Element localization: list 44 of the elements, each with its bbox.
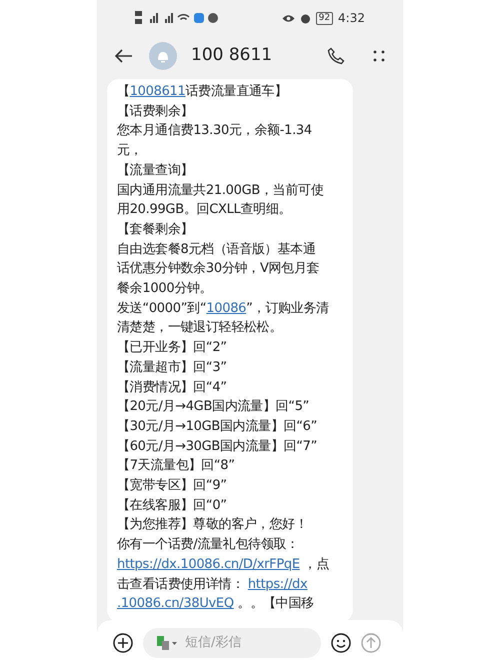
message-line: 【在线客服】回“0”	[117, 496, 228, 515]
back-icon[interactable]	[115, 49, 133, 63]
message-line: 【已开业务】回“2”	[117, 339, 228, 358]
message-line: 击查看话费使用详情： https://dx	[117, 576, 308, 594]
contact-number: 100 8611	[191, 44, 272, 68]
message-link[interactable]: 10086	[206, 300, 246, 316]
message-line: 【套餐剩余】	[117, 220, 194, 239]
message-line: 【7天流量包】回“8”	[117, 457, 236, 476]
more-icon[interactable]	[373, 50, 385, 62]
message-line: 【话费剩余】	[117, 102, 194, 121]
message-link[interactable]: 1008611	[130, 84, 186, 99]
sim-card-icon[interactable]	[157, 636, 179, 650]
message-link[interactable]: https://dx.10086.cn/D/xrFPqE	[117, 556, 300, 572]
avatar-icon	[149, 42, 177, 70]
message-line: 餐余1000分钟。	[117, 280, 214, 298]
message-link[interactable]: https://dx	[248, 576, 308, 592]
message-link[interactable]: .10086.cn/38UvEQ	[117, 596, 234, 612]
message-line: 元，	[117, 142, 144, 160]
message-line: 清楚楚，一键退订轻轻松松。	[117, 319, 284, 338]
message-line: 国内通用流量共21.00GB，当前可使	[117, 182, 325, 200]
phone-icon[interactable]	[327, 47, 345, 65]
message-line: 【消费情况】回“4”	[117, 378, 228, 397]
input-placeholder: 短信/彩信	[185, 634, 242, 652]
message-line: 【流量超市】回“3”	[117, 358, 228, 377]
message-line: 【20元/月→4GB国内流量】回“5”	[117, 398, 310, 416]
battery-indicator: 92	[316, 12, 334, 24]
message-line: 话优惠分钟数余30分钟，V网包月套	[117, 260, 320, 278]
message-line: 您本月通信费13.30元，余额-1.34	[117, 122, 313, 140]
message-line: 用20.99GB。回CXLL查明细。	[117, 201, 292, 220]
message-line: 【1008611话费流量直通车】	[117, 83, 288, 101]
message-line: 【宽带专区】回“9”	[117, 477, 228, 496]
message-line: .10086.cn/38UvEQ 。。【中国移	[117, 595, 315, 614]
add-icon[interactable]	[113, 633, 133, 653]
message-line: 你有一个话费/流量礼包待领取：	[117, 536, 300, 554]
clock-time: 4:32	[338, 10, 365, 27]
message-line: 自由选套餐8元档（语音版）基本通	[117, 240, 316, 259]
message-line: 发送“0000”到“10086”，订购业务清	[117, 300, 330, 318]
message-line: 【流量查询】	[117, 162, 194, 180]
message-line: 【60元/月→30GB国内流量】回“7”	[117, 438, 318, 456]
message-line: 【30元/月→10GB国内流量】回“6”	[117, 418, 318, 436]
message-line: 【为您推荐】尊敬的客户，您好！	[117, 516, 309, 534]
eye-icon	[282, 14, 295, 22]
emoji-icon[interactable]	[331, 633, 351, 653]
message-line: https://dx.10086.cn/D/xrFPqE ，点	[117, 556, 330, 574]
